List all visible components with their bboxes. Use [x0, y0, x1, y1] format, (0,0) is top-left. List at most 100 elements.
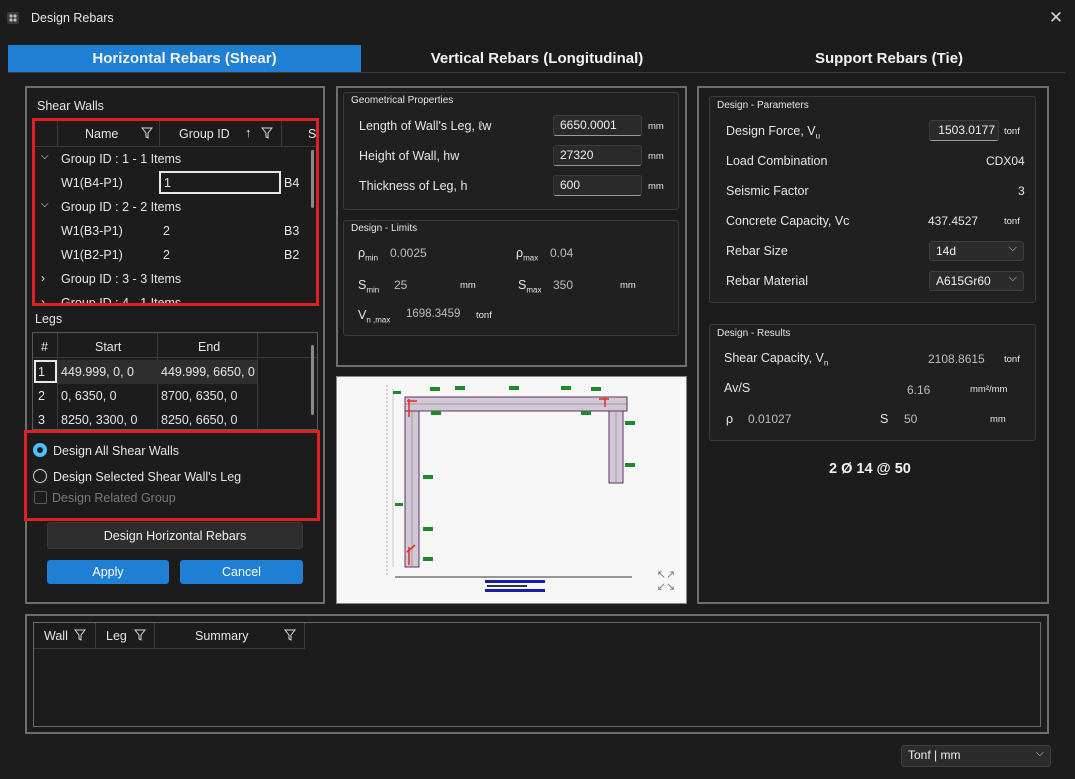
- tab-horizontal-rebars[interactable]: Horizontal Rebars (Shear): [8, 45, 361, 72]
- rho-max-value: 0.04: [550, 246, 574, 260]
- grid-header-divider: [95, 623, 96, 649]
- avs-label: Av/S: [724, 381, 751, 395]
- s-min-label: Smin: [358, 278, 380, 295]
- wall-section-drawing: [386, 385, 635, 592]
- shear-capacity-unit: tonf: [1004, 354, 1020, 365]
- expand-icon[interactable]: ↖↗ ↙↘: [653, 569, 679, 595]
- concrete-capacity-unit: tonf: [1004, 216, 1020, 227]
- leg-start[interactable]: 8250, 3300, 0: [61, 413, 137, 427]
- design-selected-radio[interactable]: [33, 469, 47, 483]
- seismic-factor-value: 3: [1018, 184, 1025, 198]
- design-horizontal-rebars-button[interactable]: Design Horizontal Rebars: [47, 522, 303, 549]
- shear-capacity-value: 2108.8615: [928, 352, 985, 366]
- height-input[interactable]: 27320: [553, 145, 642, 166]
- length-input[interactable]: 6650.0001: [553, 115, 642, 136]
- rho-min-value: 0.0025: [390, 246, 427, 260]
- length-unit: mm: [648, 121, 664, 132]
- vn-max-label: Vn ,max: [358, 308, 391, 325]
- concrete-capacity-value: 437.4527: [928, 214, 979, 228]
- legs-grid[interactable]: # Start End 1 449.999, 0, 0 449.999, 665…: [32, 332, 318, 430]
- avs-unit: mm²/mm: [970, 384, 1008, 395]
- design-force-input[interactable]: 1503.0177: [929, 120, 999, 141]
- design-group-checkbox[interactable]: [34, 491, 47, 504]
- rebar-material-select[interactable]: A615Gr60 ⌵: [929, 271, 1024, 291]
- s-max-value: 350: [553, 278, 574, 292]
- col-start-header[interactable]: Start: [95, 340, 121, 354]
- chevron-down-icon: ⌵: [1008, 272, 1017, 284]
- grid-header-divider: [154, 623, 155, 649]
- leg-start[interactable]: 0, 6350, 0: [61, 389, 117, 403]
- rho-label: ρ: [726, 412, 734, 426]
- grid-header: [33, 333, 317, 358]
- col-summary-header[interactable]: Summary: [195, 629, 248, 643]
- leg-start[interactable]: 449.999, 0, 0: [61, 365, 134, 379]
- thickness-label: Thickness of Leg, h: [359, 179, 468, 193]
- title-bar: [0, 0, 1075, 36]
- tab-support-rebars[interactable]: Support Rebars (Tie): [713, 45, 1065, 72]
- scrollbar[interactable]: [311, 345, 314, 415]
- filter-icon[interactable]: [284, 629, 296, 641]
- legs-title: Legs: [35, 312, 63, 326]
- design-selected-label[interactable]: Design Selected Shear Wall's Leg: [53, 470, 241, 484]
- tab-vertical-rebars[interactable]: Vertical Rebars (Longitudinal): [361, 45, 713, 72]
- rho-min-label: ρmin: [358, 246, 379, 263]
- design-all-label[interactable]: Design All Shear Walls: [53, 444, 179, 458]
- chevron-down-icon: ⌵: [1008, 242, 1017, 254]
- rebar-size-select[interactable]: 14d ⌵: [929, 241, 1024, 261]
- spacing-label: S: [880, 412, 889, 426]
- design-force-unit: tonf: [1004, 126, 1020, 137]
- load-combination-value: CDX04: [986, 154, 1025, 168]
- vn-max-unit: tonf: [476, 310, 492, 321]
- results-grid[interactable]: Wall Leg Summary: [33, 622, 1041, 727]
- design-all-radio[interactable]: [33, 443, 47, 457]
- rho-value: 0.01027: [748, 412, 792, 426]
- height-label: Height of Wall, hw: [359, 149, 460, 163]
- grid-header-divider: [304, 623, 305, 649]
- units-select[interactable]: Tonf | mm ⌵: [901, 745, 1051, 767]
- chevron-down-icon: ⌵: [1035, 747, 1044, 759]
- app-icon: [7, 12, 19, 24]
- wall-section-preview[interactable]: ↖↗ ↙↘: [336, 376, 687, 604]
- filter-icon[interactable]: [74, 629, 86, 641]
- close-icon[interactable]: ✕: [1046, 9, 1066, 27]
- s-max-unit: mm: [620, 280, 636, 291]
- apply-button[interactable]: Apply: [47, 560, 169, 584]
- geometry-title: Geometrical Properties: [351, 95, 454, 106]
- rebar-size-label: Rebar Size: [726, 244, 788, 258]
- shear-capacity-label: Shear Capacity, Vn: [724, 351, 829, 368]
- length-label: Length of Wall's Leg, ℓw: [359, 119, 492, 133]
- window-title: Design Rebars: [31, 11, 114, 25]
- vn-max-value: 1698.3459: [406, 308, 461, 320]
- limits-title: Design - Limits: [351, 223, 418, 234]
- leg-end[interactable]: 449.999, 6650, 0: [161, 365, 255, 379]
- s-min-unit: mm: [460, 280, 476, 291]
- filter-icon[interactable]: [134, 629, 146, 641]
- col-leg-header[interactable]: Leg: [106, 629, 127, 643]
- design-group-label[interactable]: Design Related Group: [52, 491, 176, 505]
- thickness-input[interactable]: 600: [553, 175, 642, 196]
- height-unit: mm: [648, 151, 664, 162]
- spacing-unit: mm: [990, 414, 1006, 425]
- design-summary: 2 Ø 14 @ 50: [829, 461, 911, 477]
- thickness-unit: mm: [648, 181, 664, 192]
- s-min-value: 25: [394, 278, 408, 292]
- grid-column-divider: [257, 333, 258, 429]
- tab-divider: [8, 72, 1065, 73]
- rho-max-label: ρmax: [516, 246, 539, 263]
- leg-index[interactable]: 1: [38, 365, 45, 379]
- col-index-header[interactable]: #: [41, 340, 48, 354]
- spacing-value: 50: [904, 412, 918, 426]
- load-combination-label: Load Combination: [726, 154, 828, 168]
- shear-walls-title: Shear Walls: [37, 99, 104, 113]
- leg-end[interactable]: 8250, 6650, 0: [161, 413, 237, 427]
- col-wall-header[interactable]: Wall: [44, 629, 68, 643]
- leg-end[interactable]: 8700, 6350, 0: [161, 389, 237, 403]
- highlight-box: [32, 118, 319, 306]
- leg-index[interactable]: 3: [38, 413, 45, 427]
- results-title: Design - Results: [717, 328, 791, 339]
- rebar-material-label: Rebar Material: [726, 274, 808, 288]
- col-end-header[interactable]: End: [198, 340, 220, 354]
- design-force-label: Design Force, Vu: [726, 124, 821, 141]
- cancel-button[interactable]: Cancel: [180, 560, 303, 584]
- leg-index[interactable]: 2: [38, 389, 45, 403]
